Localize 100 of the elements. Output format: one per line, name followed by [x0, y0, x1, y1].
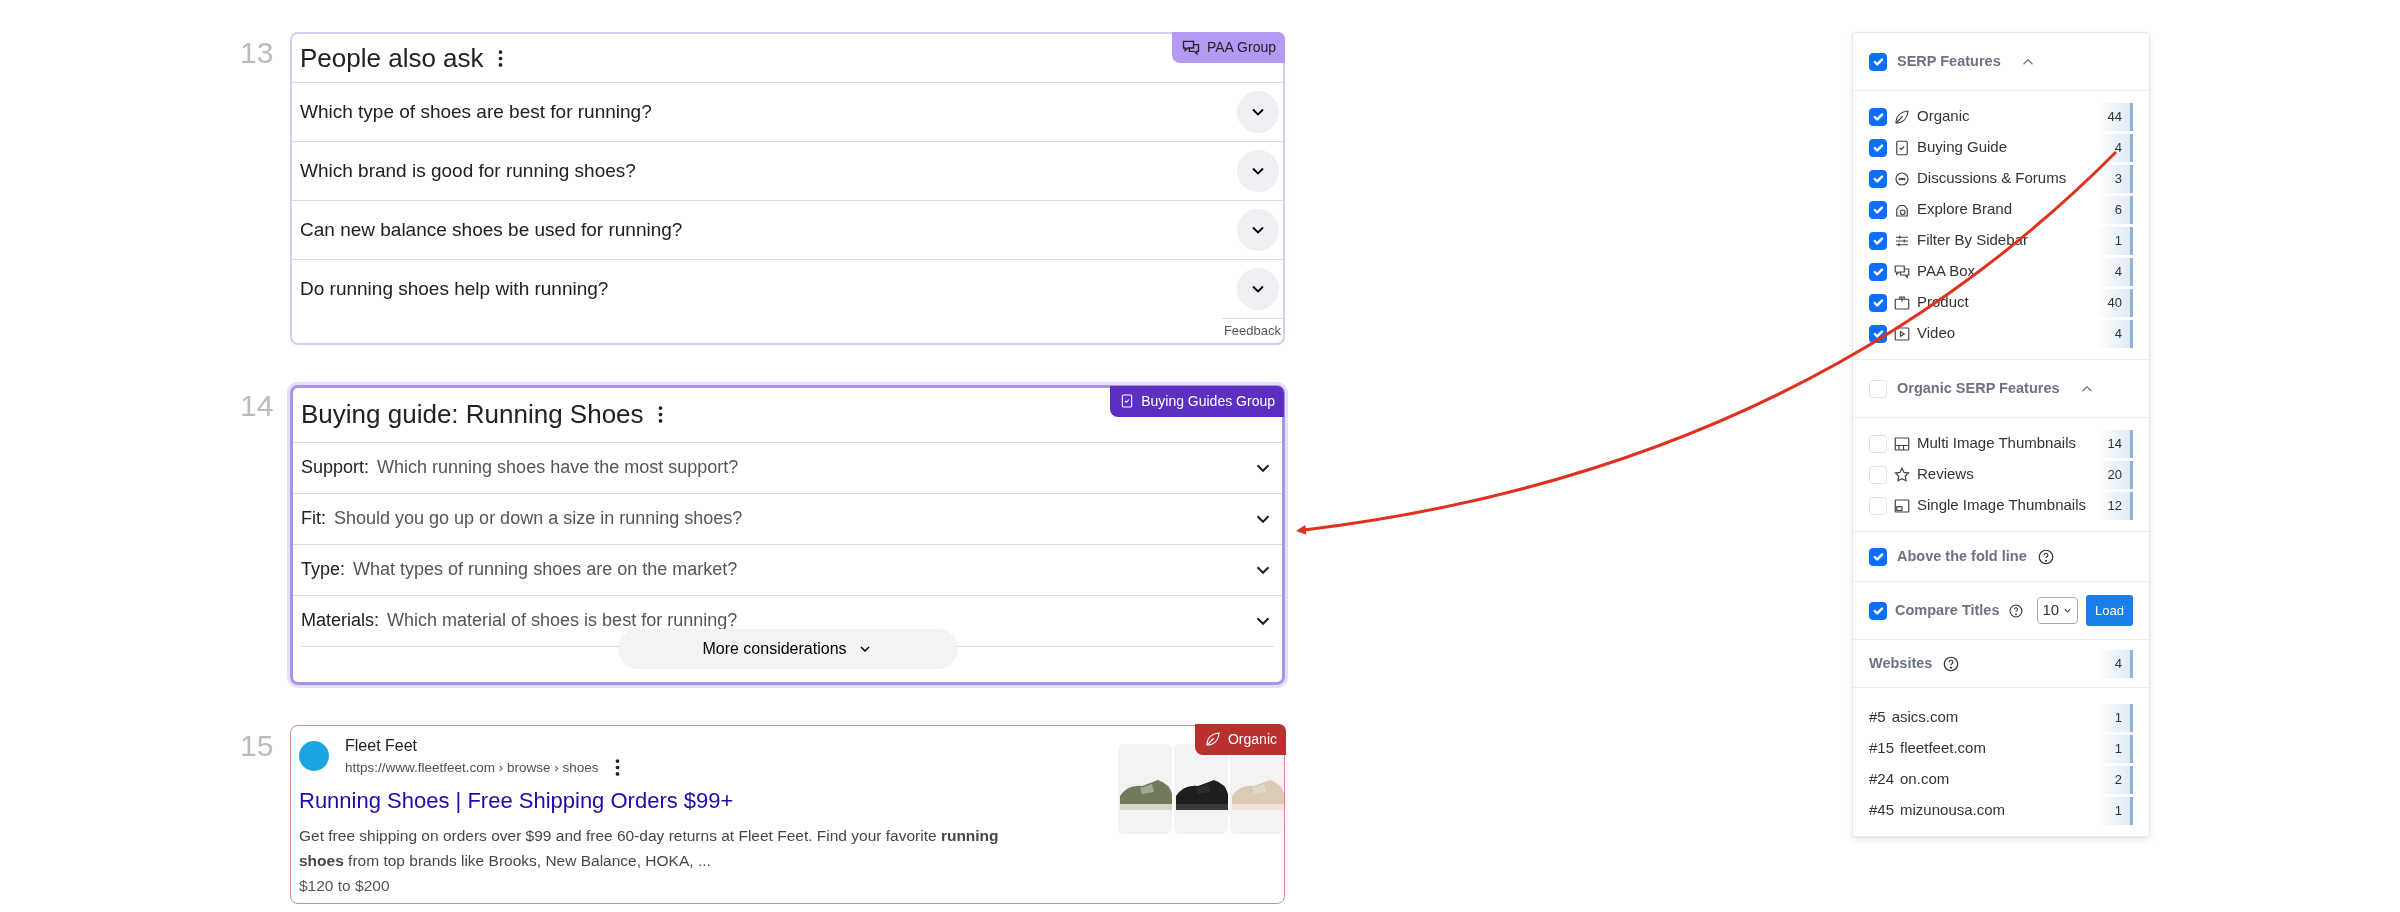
checkbox[interactable] — [1869, 169, 1887, 188]
image-icon — [1893, 496, 1911, 515]
count-badge: 1 — [2097, 226, 2133, 255]
question-text: Do running shoes help with running? — [300, 276, 609, 301]
expand-button[interactable] — [1237, 268, 1279, 310]
site-domain: asics.com — [1891, 707, 1959, 728]
tag-label: Organic — [1227, 729, 1277, 749]
feature-label: Reviews — [1917, 464, 1974, 485]
result-url: https://www.fleetfeet.com › browse › shoes — [345, 758, 599, 777]
tag-label: PAA Group — [1207, 38, 1276, 57]
more-button[interactable]: More considerations — [617, 628, 958, 669]
result-position: 13 — [240, 35, 275, 68]
result-position: 14 — [240, 387, 275, 421]
checklist-icon — [1893, 138, 1911, 157]
image-grid-icon — [1893, 434, 1911, 453]
result-title-link[interactable]: Running Shoes | Free Shipping Orders $99+ — [299, 783, 734, 817]
count-badge: 20 — [2097, 460, 2133, 489]
load-button[interactable]: Load — [2086, 594, 2133, 627]
checkbox[interactable] — [1869, 601, 1887, 620]
count-badge: 40 — [2097, 288, 2133, 317]
count-badge: 3 — [2097, 164, 2133, 193]
guide-label: Type: — [301, 559, 346, 579]
play-icon — [1893, 324, 1911, 343]
checkbox[interactable] — [1869, 52, 1887, 71]
feature-label: Organic — [1917, 106, 1970, 127]
site-domain: mizunousa.com — [1900, 800, 2006, 821]
feature-label: Multi Image Thumbnails — [1917, 433, 2076, 454]
site-domain: on.com — [1900, 769, 1950, 790]
leaf-icon — [1203, 730, 1222, 748]
section-title: People also ask — [300, 41, 484, 75]
feature-label: Discussions & Forums — [1917, 168, 2067, 189]
guide-row[interactable]: Support: Which running shoes have the most support? — [293, 441, 1282, 493]
site-rank: #45 — [1869, 800, 1895, 821]
result-snippet: Get free shipping on orders over $99 and free 60-day returns at Fleet Feet. Find your favorite running shoes from top brands like Brooks, New Balance, HOKA, ... — [299, 825, 1000, 872]
guide-label: Support: — [301, 457, 370, 477]
site-favicon-icon — [299, 740, 329, 771]
expand-button[interactable] — [1237, 91, 1279, 133]
feature-label: PAA Box — [1917, 261, 1976, 282]
option-label: Compare Titles — [1895, 600, 2000, 620]
checkbox[interactable] — [1869, 107, 1887, 126]
feature-label: Video — [1917, 323, 1956, 344]
count-badge: 2 — [2097, 765, 2133, 794]
count-badge: 12 — [2097, 491, 2133, 520]
chat-icon — [1893, 262, 1911, 281]
section-heading: SERP Features — [1897, 51, 2001, 71]
guide-label: Fit: — [301, 508, 326, 528]
count-badge: 1 — [2097, 734, 2133, 763]
count-badge: 4 — [2097, 257, 2133, 286]
count-badge: 6 — [2097, 195, 2133, 224]
price-range: $120 to $200 — [299, 875, 391, 896]
star-icon — [1893, 465, 1911, 484]
guide-question: Which running shoes have the most support? — [377, 457, 739, 477]
help-icon — [2007, 601, 2024, 620]
help-icon — [1942, 654, 1961, 673]
chat-bubble-icon — [1893, 169, 1911, 188]
checkbox[interactable] — [1869, 547, 1887, 566]
site-rank: #15 — [1869, 738, 1895, 759]
count-badge: 4 — [2097, 319, 2133, 348]
count-badge: 44 — [2097, 102, 2133, 131]
expand-button[interactable] — [1237, 150, 1279, 192]
result-position: 15 — [240, 727, 275, 761]
count-badge: 14 — [2097, 429, 2133, 458]
checkbox[interactable] — [1869, 262, 1887, 281]
checkbox[interactable] — [1869, 231, 1887, 250]
section-title: Buying guide: Running Shoes — [301, 398, 644, 431]
guide-question: Which material of shoes is best for running? — [387, 610, 738, 630]
question-text: Can new balance shoes be used for running? — [300, 217, 683, 242]
section-heading: Organic SERP Features — [1897, 378, 2060, 398]
question-text: Which type of shoes are best for running? — [300, 99, 652, 124]
count-badge: 4 — [2097, 133, 2133, 162]
more-icon — [497, 49, 503, 67]
guide-row[interactable]: Type: What types of running shoes are on the market? — [293, 543, 1282, 595]
feature-label: Explore Brand — [1917, 199, 2013, 220]
site-rank: #5 — [1869, 707, 1886, 728]
guide-label: Materials: — [301, 610, 380, 630]
help-icon — [2036, 547, 2055, 566]
more-icon — [657, 406, 663, 423]
guide-question: Should you go up or down a size in running shoes? — [334, 508, 743, 528]
site-name: Fleet Feet — [345, 735, 419, 756]
count-badge: 1 — [2097, 796, 2133, 825]
feature-label: Single Image Thumbnails — [1917, 495, 2086, 516]
feature-label: Buying Guide — [1917, 137, 2008, 158]
count-badge: 4 — [2097, 649, 2133, 678]
count-select[interactable]: 10 — [2037, 597, 2079, 624]
tag-label: Buying Guides Group — [1141, 391, 1275, 411]
option-label: Above the fold line — [1897, 546, 2027, 566]
feedback-link[interactable]: Feedback — [1221, 318, 1283, 343]
guide-question: What types of running shoes are on the market? — [353, 559, 738, 579]
expand-button[interactable] — [1237, 209, 1279, 251]
site-domain: fleetfeet.com — [1900, 738, 1986, 759]
checkbox[interactable] — [1869, 293, 1887, 312]
question-text: Which brand is good for running shoes? — [300, 158, 636, 183]
checkbox[interactable] — [1869, 138, 1887, 157]
guide-row[interactable]: Fit: Should you go up or down a size in running shoes? — [293, 492, 1282, 544]
leaf-icon — [1893, 107, 1911, 126]
count-badge: 1 — [2097, 703, 2133, 732]
section-heading: Websites — [1869, 653, 1933, 673]
more-icon — [614, 759, 620, 777]
site-rank: #24 — [1869, 769, 1895, 790]
checkbox[interactable] — [1869, 200, 1887, 219]
